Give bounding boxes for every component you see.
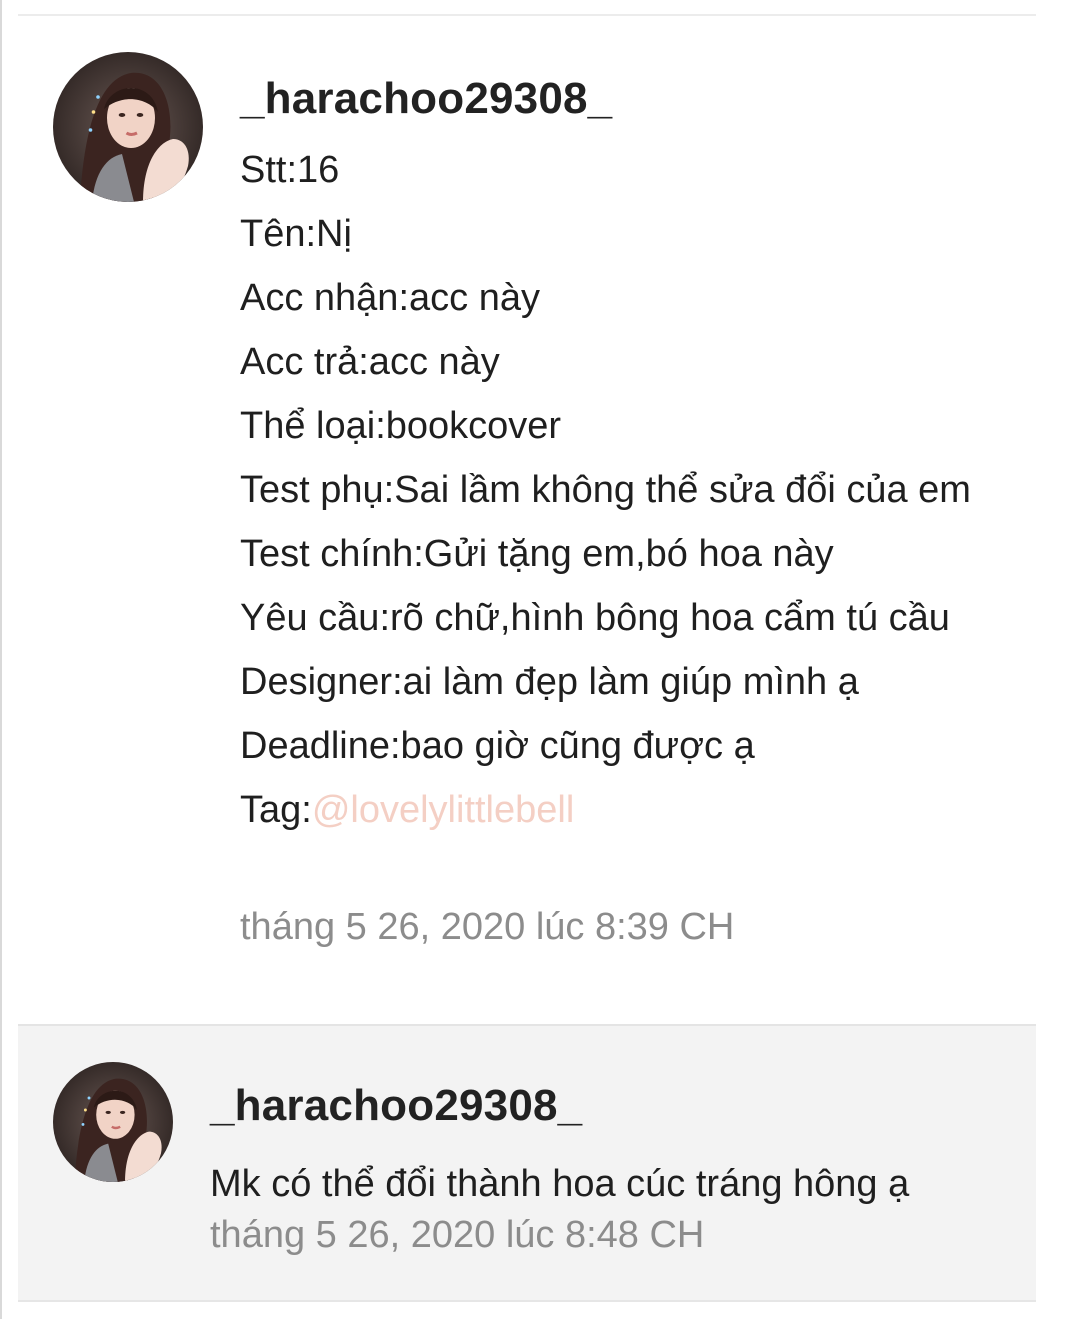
comment-line: Mk có thể đổi thành hoa cúc tráng hông ạ [210, 1163, 910, 1205]
profile-photo-icon [53, 52, 203, 202]
comment-line: Acc trả:acc này [240, 341, 500, 383]
comment-line: Test chính:Gửi tặng em,bó hoa này [240, 533, 834, 575]
avatar[interactable] [53, 1062, 173, 1182]
mention-link[interactable]: @lovelylittlebell [312, 789, 574, 831]
comment-line: Deadline:bao giờ cũng được ạ [240, 725, 755, 767]
tag-line: Tag:@lovelylittlebell [240, 778, 1040, 842]
bottom-divider [18, 1300, 1036, 1302]
timestamp: tháng 5 26, 2020 lúc 8:39 CH [240, 906, 735, 948]
tag-label: Tag: [240, 789, 312, 831]
comment-line: Yêu cầu:rõ chữ,hình bông hoa cẩm tú cầu [240, 597, 950, 639]
username[interactable]: _harachoo29308_ [210, 1081, 582, 1131]
comment-line: Tên:Nị [240, 213, 352, 255]
comment-item: _harachoo29308_ Stt:16 Tên:Nị Acc nhận:a… [2, 16, 1080, 1022]
timestamp: tháng 5 26, 2020 lúc 8:48 CH [210, 1214, 705, 1256]
comment-line: Test phụ:Sai lầm không thể sửa đổi của e… [240, 469, 971, 511]
reply-text: Mk có thể đổi thành hoa cúc tráng hông ạ [210, 1152, 1040, 1216]
comment-line: Designer:ai làm đẹp làm giúp mình ạ [240, 661, 859, 703]
comment-text: Stt:16 Tên:Nị Acc nhận:acc này Acc trả:a… [240, 138, 1040, 842]
username[interactable]: _harachoo29308_ [240, 74, 612, 124]
reply-item: _harachoo29308_ Mk có thể đổi thành hoa … [18, 1024, 1036, 1300]
profile-photo-icon [53, 1062, 173, 1182]
comments-page: _harachoo29308_ Stt:16 Tên:Nị Acc nhận:a… [0, 0, 1080, 1319]
comment-line: Acc nhận:acc này [240, 277, 540, 319]
comment-line: Thể loại:bookcover [240, 405, 562, 447]
comment-line: Stt:16 [240, 149, 340, 191]
avatar[interactable] [53, 52, 203, 202]
